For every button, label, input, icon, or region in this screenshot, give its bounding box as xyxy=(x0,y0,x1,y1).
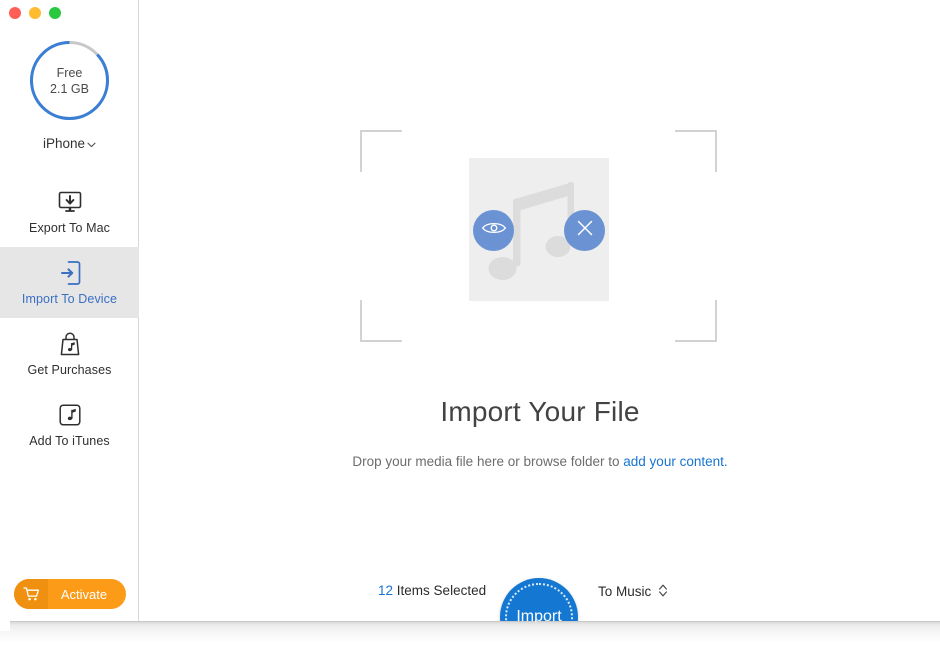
items-selected-count: 12 xyxy=(378,583,394,598)
import-button[interactable]: Import xyxy=(500,578,578,622)
dropzone-instructions: Drop your media file here or browse fold… xyxy=(140,454,940,469)
traffic-lights xyxy=(9,7,61,19)
sidebar-item-label: Add To iTunes xyxy=(29,433,110,448)
device-selector[interactable]: iPhone xyxy=(43,136,96,151)
sidebar-nav: Export To Mac Import To Device Get Purch… xyxy=(0,176,139,460)
media-thumbnail[interactable] xyxy=(469,158,609,301)
storage-ring-text: Free 2.1 GB xyxy=(27,38,112,123)
dropzone-corner-bottom-left xyxy=(360,300,402,342)
sidebar-item-label: Export To Mac xyxy=(29,220,110,235)
maximize-window-button[interactable] xyxy=(49,7,61,19)
eye-icon xyxy=(481,219,507,242)
storage-free-value: 2.1 GB xyxy=(50,81,89,96)
import-button-label: Import xyxy=(516,608,562,622)
close-icon xyxy=(575,218,595,243)
dropzone-corner-top-left xyxy=(360,130,402,172)
page-title: Import Your File xyxy=(440,396,640,427)
sidebar-item-get-purchases[interactable]: Get Purchases xyxy=(0,318,139,389)
sidebar: Free 2.1 GB iPhone Export To Mac Import … xyxy=(0,0,139,622)
storage-free-label: Free xyxy=(56,65,83,80)
thumbnail-actions xyxy=(469,200,609,260)
up-down-stepper-icon xyxy=(658,583,668,600)
dropzone-corner-top-right xyxy=(675,130,717,172)
chevron-down-icon xyxy=(87,140,96,150)
sidebar-item-label: Get Purchases xyxy=(27,362,112,377)
activate-button[interactable]: Activate xyxy=(14,579,126,609)
dropzone-instructions-text: Drop your media file here or browse fold… xyxy=(352,454,624,469)
sidebar-item-label: Import To Device xyxy=(21,291,118,306)
square-music-note-icon xyxy=(57,402,83,428)
sidebar-item-import-to-device[interactable]: Import To Device xyxy=(0,247,139,318)
arrow-into-box-icon xyxy=(57,260,83,286)
activate-label: Activate xyxy=(60,586,108,602)
preview-button[interactable] xyxy=(473,209,514,251)
items-selected-label: Items Selected xyxy=(396,583,487,598)
storage-block: Free 2.1 GB iPhone xyxy=(0,38,139,153)
dropzone-corner-bottom-right xyxy=(675,300,717,342)
shopping-bag-music-icon xyxy=(57,331,83,357)
remove-button[interactable] xyxy=(564,209,605,251)
monitor-download-icon xyxy=(57,189,83,215)
items-selected-status: 12 Items Selected xyxy=(378,583,486,598)
sidebar-item-export-to-mac[interactable]: Export To Mac xyxy=(0,176,139,247)
main-content: Import Your File Drop your media file he… xyxy=(140,0,940,622)
storage-ring: Free 2.1 GB xyxy=(27,38,112,123)
sidebar-item-add-to-itunes[interactable]: Add To iTunes xyxy=(0,389,139,460)
device-name: iPhone xyxy=(42,136,86,151)
window-drop-shadow xyxy=(0,621,940,647)
app-window: Free 2.1 GB iPhone Export To Mac Import … xyxy=(0,0,940,622)
destination-label: To Music xyxy=(598,584,652,599)
add-your-content-link[interactable]: add your content. xyxy=(623,454,727,469)
footer-bar: 12 Items Selected Import To Music xyxy=(140,560,940,622)
close-window-button[interactable] xyxy=(9,7,21,19)
shopping-cart-icon xyxy=(14,579,48,609)
minimize-window-button[interactable] xyxy=(29,7,41,19)
destination-selector[interactable]: To Music xyxy=(598,583,668,600)
